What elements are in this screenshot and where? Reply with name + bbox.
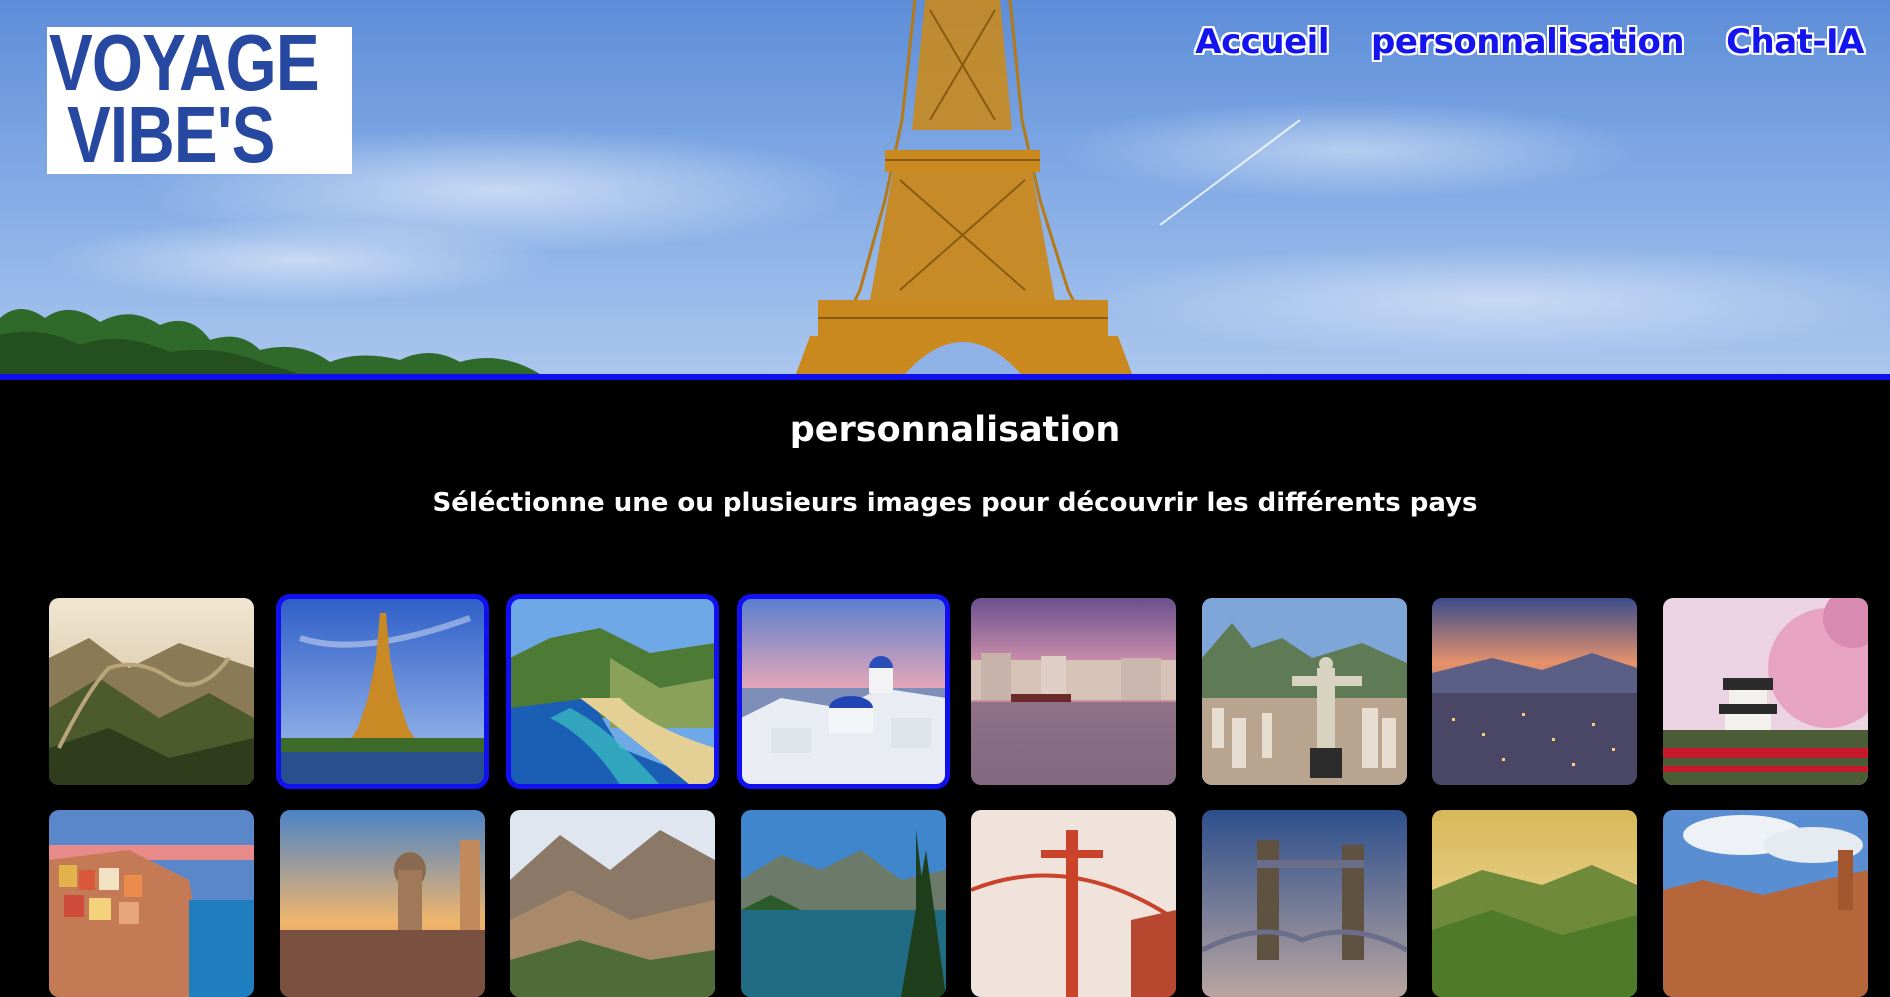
logo-line-1: VOYAGE: [49, 27, 320, 107]
page-title: personnalisation: [789, 410, 1121, 450]
golden-gate-image[interactable]: [971, 810, 1176, 997]
christ-redeemer-image[interactable]: [1201, 598, 1407, 785]
cathedral-sunset-image[interactable]: [279, 810, 485, 997]
red-canyon-image[interactable]: [1662, 810, 1868, 997]
eiffel-tower-image[interactable]: [275, 594, 489, 789]
canal-city-image[interactable]: [971, 598, 1176, 785]
japanese-castle-image[interactable]: [1662, 598, 1868, 785]
destination-gallery: [49, 594, 1868, 997]
page-subtitle: Séléctionne une ou plusieurs images pour…: [432, 488, 1478, 518]
main-content: personnalisation Séléctionne une ou plus…: [0, 380, 1890, 997]
city-sunset-image[interactable]: [1432, 598, 1637, 785]
lake-forest-image[interactable]: [740, 810, 946, 997]
green-hills-image[interactable]: [1432, 810, 1637, 997]
main-nav: Accueil personnalisation Chat-IA: [1195, 22, 1864, 62]
santorini-image[interactable]: [736, 594, 950, 789]
tropical-beach-image[interactable]: [506, 594, 719, 789]
nav-link-personnalisation[interactable]: personnalisation: [1371, 22, 1685, 62]
logo-line-2: VIBE'S: [67, 90, 275, 175]
logo[interactable]: VOYAGE VIBE'S: [47, 27, 352, 174]
nav-link-chat-ia[interactable]: Chat-IA: [1726, 22, 1864, 62]
mountain-valley-image[interactable]: [510, 810, 715, 997]
tower-bridge-image[interactable]: [1201, 810, 1407, 997]
great-wall-image[interactable]: [49, 598, 254, 785]
nav-link-accueil[interactable]: Accueil: [1195, 22, 1329, 62]
cinque-terre-image[interactable]: [49, 810, 254, 997]
hero-banner: VOYAGE VIBE'S Accueil personnalisation C…: [0, 0, 1890, 374]
